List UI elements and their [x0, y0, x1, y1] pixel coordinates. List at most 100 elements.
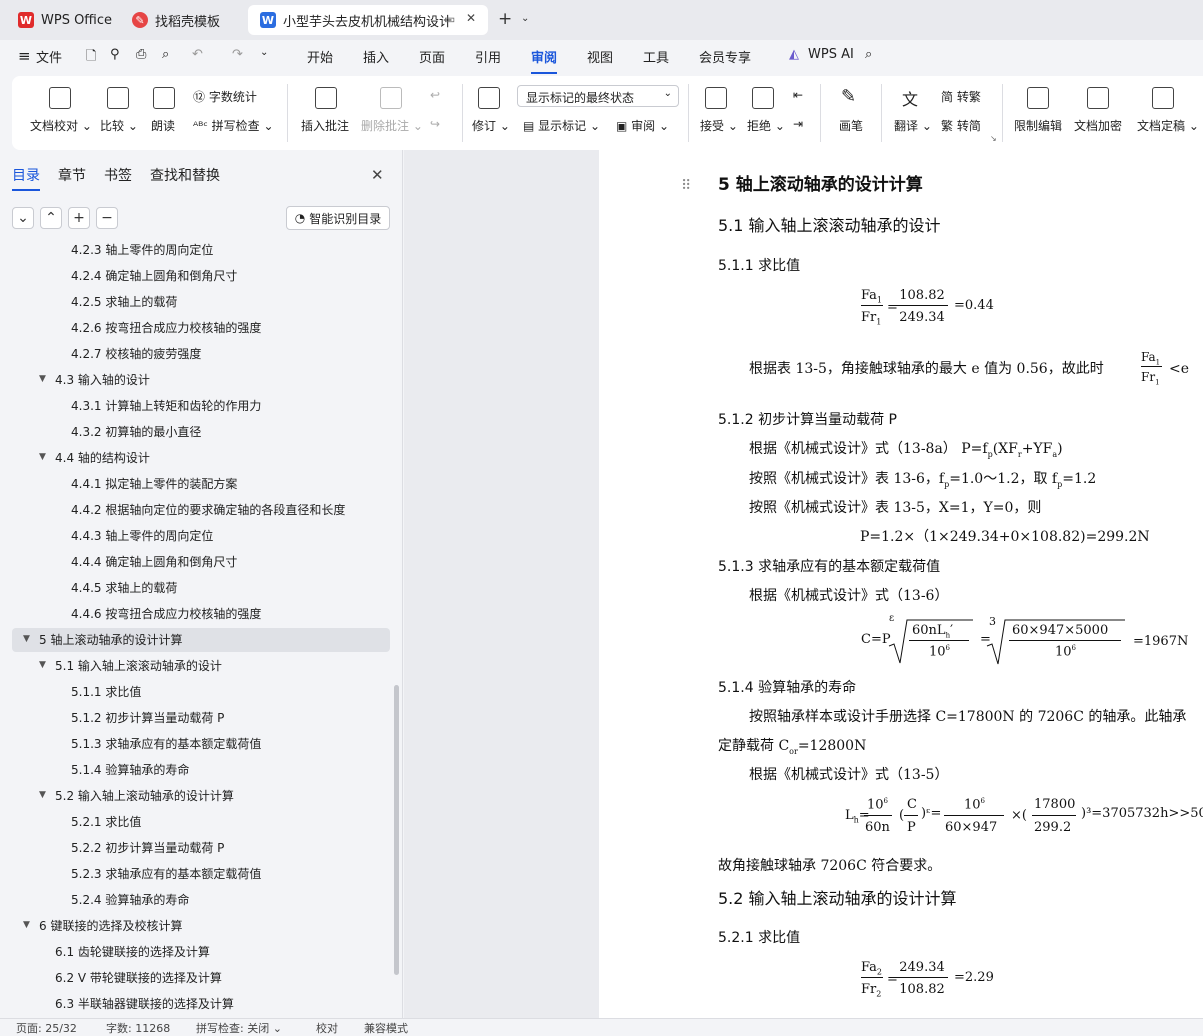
remove-heading-icon[interactable]: − [96, 207, 118, 229]
toc-item[interactable]: 4.3.1 计算轴上转矩和齿轮的作用力 [71, 397, 261, 415]
toc-item[interactable]: 5.2.3 求轴承应有的基本额定载荷值 [71, 865, 261, 883]
save-icon[interactable]: 🗋 [86, 47, 96, 69]
toc-item[interactable]: 4.2.3 轴上零件的周向定位 [71, 241, 213, 259]
toc-expand-caret-icon[interactable]: ▼ [39, 790, 46, 800]
toc-item[interactable]: 6.3 半联轴器键联接的选择及计算 [55, 995, 234, 1013]
search-icon[interactable]: ⌕ [865, 47, 872, 62]
prev-change-icon[interactable]: ⇤ [793, 88, 803, 102]
to-simplified-button[interactable]: 繁 转简 [941, 117, 981, 134]
share-icon[interactable]: ⚲ [110, 47, 120, 62]
review-button[interactable]: ▣ 审阅 ⌄ [616, 117, 669, 134]
delete-comment-button[interactable]: 删除批注 ⌄ [361, 117, 423, 134]
toc-item[interactable]: 5.1.4 验算轴承的寿命 [71, 761, 189, 779]
menu-file[interactable]: 文件 [36, 47, 62, 66]
preview-icon[interactable]: ⌕ [162, 47, 169, 62]
revise-button[interactable]: 修订 ⌄ [472, 117, 510, 134]
doc-check-button[interactable]: 文档校对 ⌄ [30, 117, 92, 134]
menu-membership[interactable]: 会员专享 [699, 47, 751, 66]
toc-item[interactable]: 4.2.7 校核轴的疲劳强度 [71, 345, 201, 363]
markup-state-select[interactable]: 显示标记的最终状态 ⌄ [517, 85, 679, 107]
menu-review[interactable]: 审阅 [531, 47, 558, 74]
toc-expand-caret-icon[interactable]: ▼ [39, 660, 46, 670]
menu-reference[interactable]: 引用 [475, 47, 501, 66]
expand-chevron-icon[interactable]: ⌃ [40, 207, 62, 229]
toc-item[interactable]: 5.2 输入轴上滚动轴承的设计计算 [55, 787, 234, 805]
word-count-button[interactable]: ⑫ 字数统计 [193, 88, 257, 105]
reject-button[interactable]: 拒绝 ⌄ [747, 117, 785, 134]
toc-item[interactable]: 5.2.2 初步计算当量动载荷 P [71, 839, 224, 857]
toc-item[interactable]: 4.4.5 求轴上的载荷 [71, 579, 177, 597]
toc-item[interactable]: 5.1.2 初步计算当量动载荷 P [71, 709, 224, 727]
close-pane-icon[interactable]: ✕ [371, 166, 384, 184]
show-markup-button[interactable]: ▤ 显示标记 ⌄ [523, 117, 600, 134]
dialog-launcher-icon[interactable]: ↘ [990, 134, 997, 143]
tab-chapters[interactable]: 章节 [58, 165, 86, 185]
toc-item[interactable]: 4.4.6 按弯扭合成应力校核轴的强度 [71, 605, 261, 623]
tab-document[interactable]: W 小型芋头去皮机机械结构设计 ▭ ✕ [248, 5, 488, 35]
toc-expand-caret-icon[interactable]: ▼ [39, 374, 46, 384]
toc-expand-caret-icon[interactable]: ▼ [23, 920, 30, 930]
spell-check-button[interactable]: ᴬᴮᶜ 拼写检查 ⌄ [193, 117, 274, 134]
toc-item[interactable]: 4.2.4 确定轴上圆角和倒角尺寸 [71, 267, 237, 285]
drag-handle-icon[interactable]: ⠿ [681, 177, 691, 195]
tab-list-chevron-icon[interactable]: ⌄ [521, 13, 529, 24]
toc-item[interactable]: 4.3.2 初算轴的最小直径 [71, 423, 201, 441]
toc-item[interactable]: 4.4.3 轴上零件的周向定位 [71, 527, 213, 545]
read-aloud-button[interactable]: 朗读 [151, 117, 175, 134]
toc-item[interactable]: 4.4.4 确定轴上圆角和倒角尺寸 [71, 553, 237, 571]
accept-button[interactable]: 接受 ⌄ [700, 117, 738, 134]
redo-icon[interactable]: ↷ [232, 47, 243, 62]
print-icon[interactable]: ⎙ [136, 47, 146, 62]
translate-button[interactable]: 翻译 ⌄ [894, 117, 932, 134]
toc-item[interactable]: 5.2.1 求比值 [71, 813, 141, 831]
toc-item[interactable]: 4.2.6 按弯扭合成应力校核轴的强度 [71, 319, 261, 337]
toc-item[interactable]: 5.1 输入轴上滚滚动轴承的设计 [55, 657, 222, 675]
pen-button[interactable]: 画笔 [839, 117, 863, 134]
tab-template[interactable]: ✎ 找稻壳模板 [120, 5, 242, 35]
screen-icon[interactable]: ▭ [444, 12, 455, 26]
menu-page[interactable]: 页面 [419, 47, 445, 66]
insert-comment-button[interactable]: 插入批注 [301, 117, 349, 134]
smart-toc-button[interactable]: ◔ 智能识别目录 [286, 206, 390, 230]
new-tab-icon[interactable]: + [498, 9, 512, 29]
restrict-edit-button[interactable]: 限制编辑 [1014, 117, 1062, 134]
close-icon[interactable]: ✕ [466, 11, 476, 25]
toc-item[interactable]: 5.1.1 求比值 [71, 683, 141, 701]
menu-home[interactable]: 开始 [307, 47, 333, 66]
collapse-chevron-icon[interactable]: ⌄ [12, 207, 34, 229]
tab-wps-office[interactable]: W WPS Office [6, 5, 116, 35]
toc-item[interactable]: 4.4.2 根据轴向定位的要求确定轴的各段直径和长度 [71, 501, 345, 519]
tab-bookmarks[interactable]: 书签 [104, 165, 132, 185]
toc-item[interactable]: 6 键联接的选择及校核计算 [39, 917, 182, 935]
toc-item[interactable]: 4.2.5 求轴上的载荷 [71, 293, 177, 311]
menu-wps-ai[interactable]: WPS AI [808, 47, 854, 62]
toc-item[interactable]: 4.3 输入轴的设计 [55, 371, 150, 389]
more-chevron-icon[interactable]: ⌄ [260, 47, 268, 58]
toc-item[interactable]: 5 轴上滚动轴承的设计计算 [39, 631, 182, 649]
undo-icon[interactable]: ↶ [192, 47, 203, 62]
toc-item[interactable]: 6.1 齿轮键联接的选择及计算 [55, 943, 210, 961]
toc-item[interactable]: 5.2.4 验算轴承的寿命 [71, 891, 189, 909]
menu-view[interactable]: 视图 [587, 47, 613, 66]
next-change-icon[interactable]: ⇥ [793, 117, 803, 131]
status-proof[interactable]: 校对 [316, 1020, 338, 1036]
toc-expand-caret-icon[interactable]: ▼ [39, 452, 46, 462]
finalize-button[interactable]: 文档定稿 ⌄ [1137, 117, 1199, 134]
toc-item[interactable]: 6.2 V 带轮键联接的选择及计算 [55, 969, 222, 987]
toc-item[interactable]: 4.4.1 拟定轴上零件的装配方案 [71, 475, 237, 493]
tab-toc[interactable]: 目录 [12, 165, 40, 191]
toc-item[interactable]: 4.4 轴的结构设计 [55, 449, 150, 467]
tab-find-replace[interactable]: 查找和替换 [150, 165, 220, 185]
status-page[interactable]: 页面: 25/32 [16, 1020, 77, 1036]
status-spell[interactable]: 拼写检查: 关闭 ⌄ [196, 1020, 282, 1036]
compare-button[interactable]: 比较 ⌄ [100, 117, 138, 134]
prev-comment-icon[interactable]: ↩ [430, 88, 440, 102]
sidebar-scrollbar[interactable] [394, 685, 399, 975]
document-page[interactable]: ⠿ 5 轴上滚动轴承的设计计算 5.1 输入轴上滚滚动轴承的设计 5.1.1 求… [599, 150, 1203, 1018]
next-comment-icon[interactable]: ↪ [430, 117, 440, 131]
hamburger-icon[interactable]: ≡ [18, 47, 31, 65]
menu-tools[interactable]: 工具 [643, 47, 669, 66]
to-traditional-button[interactable]: 简 转繁 [941, 88, 981, 105]
status-words[interactable]: 字数: 11268 [106, 1020, 170, 1036]
toc-expand-caret-icon[interactable]: ▼ [23, 634, 30, 644]
